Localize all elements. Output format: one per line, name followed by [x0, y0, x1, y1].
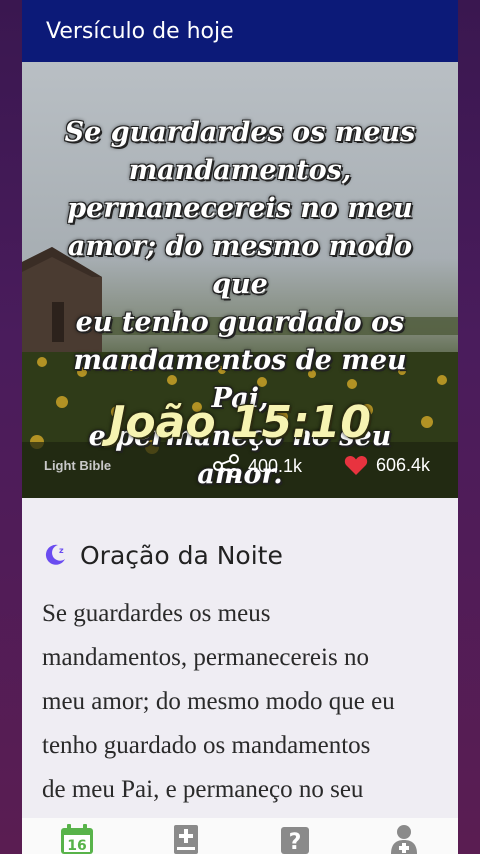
bottom-navigation: 16 ?: [22, 818, 458, 854]
prayer-line: tenho guardado os mandamentos: [42, 732, 371, 759]
prayer-line: mandamentos, permanecereis no: [42, 644, 369, 671]
like-button[interactable]: 606.4k: [344, 454, 430, 476]
prayer-header: z Oração da Noite: [42, 538, 438, 572]
nav-bible[interactable]: [166, 822, 206, 854]
like-count: 606.4k: [376, 454, 431, 475]
nav-today[interactable]: 16: [57, 822, 97, 854]
nav-help[interactable]: ?: [275, 822, 315, 854]
calendar-icon: 16: [60, 824, 93, 854]
verse-image[interactable]: Se guardardes os meus mandamentos, perma…: [22, 62, 458, 498]
app-title: Versículo de hoje: [46, 18, 234, 44]
verse-line: Se guardardes os meus: [64, 117, 416, 148]
prayer-line: de meu Pai, e permaneço no seu: [42, 776, 364, 803]
nav-profile[interactable]: [384, 822, 424, 854]
svg-text:?: ?: [288, 830, 301, 854]
heart-icon: [344, 455, 368, 475]
share-count: 400.1k: [248, 455, 303, 476]
moon-icon: z: [45, 544, 65, 565]
svg-text:z: z: [59, 546, 64, 555]
prayer-text: Se guardardes os meus mandamentos, perma…: [42, 592, 438, 812]
verse-line: permanecereis no meu: [67, 193, 413, 224]
share-button[interactable]: 400.1k: [212, 454, 302, 478]
prayer-title: Oração da Noite: [80, 540, 283, 570]
share-icon: [213, 454, 239, 478]
calendar-day: 16: [67, 838, 86, 854]
brand-label: Light Bible: [44, 458, 112, 473]
verse-line: mandamentos,: [128, 155, 352, 186]
question-icon: ?: [280, 827, 309, 854]
app-bar: Versículo de hoje: [22, 0, 458, 62]
prayer-line: meu amor; do mesmo modo que eu: [42, 688, 395, 715]
verse-reference: João 15:10: [109, 397, 371, 448]
bible-add-icon: [173, 825, 198, 854]
add-user-icon: [390, 825, 417, 854]
prayer-card: z Oração da Noite Se guardardes os meus …: [22, 498, 458, 820]
prayer-line: Se guardardes os meus: [42, 600, 271, 627]
verse-line: eu tenho guardado os: [75, 307, 405, 338]
phone-screen: Versículo de hoje Se guardardes os meus: [22, 0, 458, 854]
verse-line: amor; do mesmo modo que: [67, 231, 413, 300]
